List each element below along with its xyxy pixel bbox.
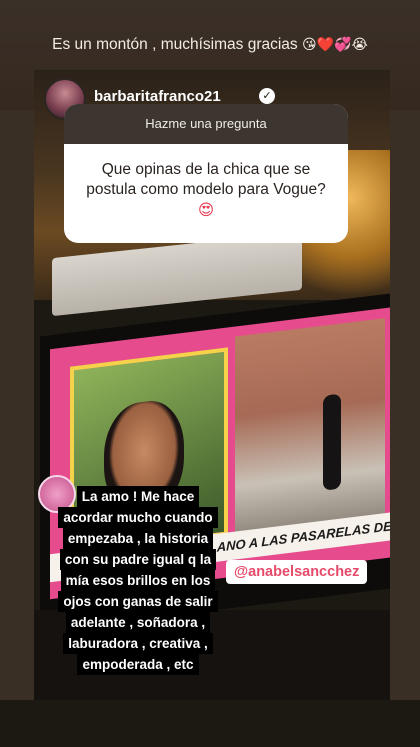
tv-right-image (235, 318, 385, 537)
reply-line-row: empoderada , etc (40, 654, 236, 675)
reply-line: adelante , soñadora , (65, 612, 211, 633)
question-text-block: Que opinas de la chica que se postula co… (64, 144, 348, 221)
post-caption: Es un montón , muchísimas gracias 😘❤️💞😭 (0, 36, 420, 54)
reply-line: La amo ! Me hace (76, 486, 200, 507)
reply-line: ojos con ganas de salir (58, 591, 218, 612)
question-sticker-title: Hazme una pregunta (64, 104, 348, 144)
reply-line-row: empezaba , la historia (40, 528, 236, 549)
reply-line-row: mía esos brillos en los (40, 570, 236, 591)
question-text: Que opinas de la chica que se postula co… (86, 161, 326, 198)
reply-line: laburadora , creativa , (63, 633, 213, 654)
reply-line: empezaba , la historia (62, 528, 214, 549)
reply-line-row: acordar mucho cuando (40, 507, 236, 528)
tv-figure (323, 393, 341, 491)
reply-line-row: La amo ! Me hace (40, 486, 236, 507)
reply-line-row: laburadora , creativa , (40, 633, 236, 654)
reply-text-block: La amo ! Me hace acordar mucho cuando empe… (40, 486, 236, 675)
username[interactable]: barbaritafranco21 (94, 88, 221, 105)
reply-line: con su padre igual q la (59, 549, 217, 570)
reply-line-row: adelante , soñadora , (40, 612, 236, 633)
mention-sticker[interactable]: @anabelsancchez (226, 560, 368, 584)
question-sticker[interactable]: Hazme una pregunta Que opinas de la chic… (64, 104, 348, 243)
bottom-background (0, 700, 420, 747)
caption-emojis: 😘❤️💞😭 (302, 37, 368, 53)
reply-line: empoderada , etc (77, 654, 199, 675)
caption-text: Es un montón , muchísimas gracias (52, 36, 298, 53)
reply-line: mía esos brillos en los (60, 570, 216, 591)
reply-line: acordar mucho cuando (58, 507, 218, 528)
reply-line-row: con su padre igual q la (40, 549, 236, 570)
verified-badge-icon: ✓ (259, 88, 275, 104)
heart-eyes-emoji: 😍 (197, 201, 215, 219)
reply-line-row: ojos con ganas de salir (40, 591, 236, 612)
